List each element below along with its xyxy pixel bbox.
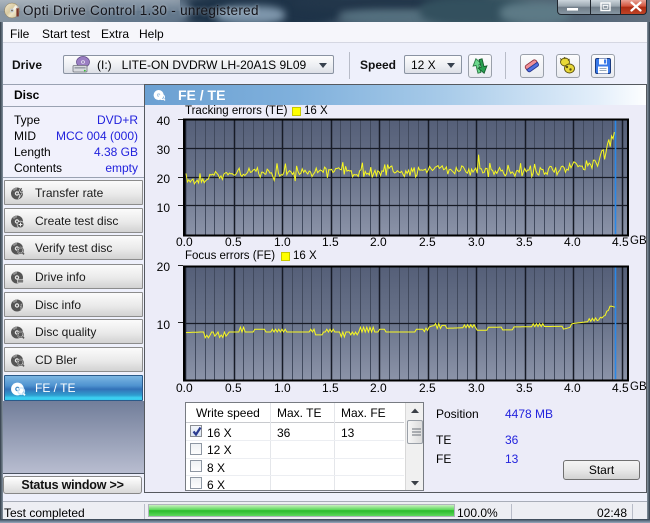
- svg-text:i: i: [20, 303, 23, 313]
